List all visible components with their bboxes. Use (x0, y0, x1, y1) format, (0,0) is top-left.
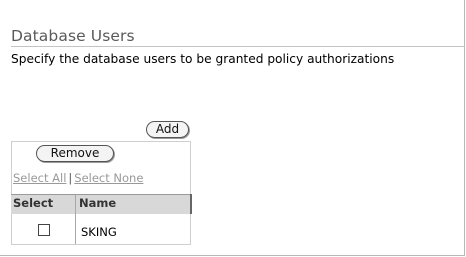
remove-button[interactable]: Remove (36, 145, 114, 162)
select-none-link[interactable]: Select None (74, 171, 143, 185)
column-header-name[interactable]: Name (79, 196, 116, 210)
add-button[interactable]: Add (146, 121, 189, 138)
section-description: Specify the database users to be granted… (11, 52, 395, 66)
column-divider (75, 195, 76, 244)
title-divider (11, 46, 465, 47)
selection-links: Select All | Select None (13, 171, 143, 185)
select-all-link[interactable]: Select All (13, 171, 66, 185)
header-edge (190, 194, 192, 214)
column-header-select: Select (13, 196, 54, 210)
row-select-checkbox[interactable] (38, 224, 50, 236)
section-title: Database Users (11, 27, 135, 45)
user-name-cell: SKING (81, 225, 117, 239)
